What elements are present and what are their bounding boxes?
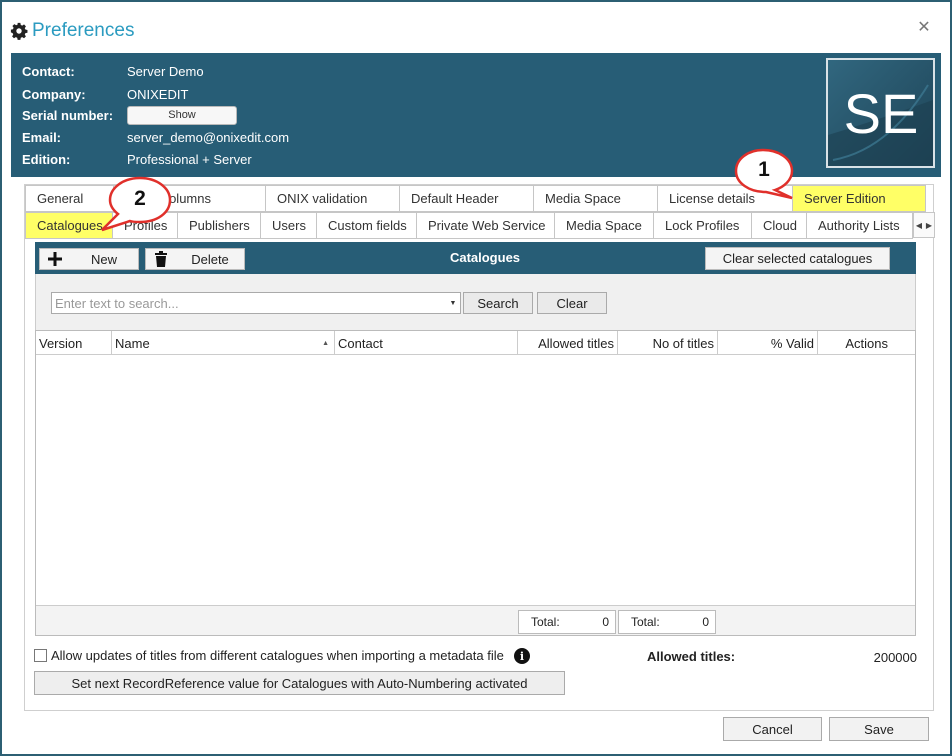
total-value: 0 — [602, 615, 609, 629]
col-allowed-titles[interactable]: Allowed titles — [518, 331, 618, 355]
show-serial-button[interactable]: Show — [127, 105, 237, 125]
contact-label: Contact: — [22, 63, 75, 79]
catalogues-toolbar: New Delete Catalogues Clear selected cat… — [35, 242, 916, 274]
close-icon[interactable]: ✕ — [916, 20, 932, 36]
preferences-tabs: General Table Columns ONIX validation De… — [24, 184, 935, 711]
email-label: Email: — [22, 129, 62, 145]
total-label: Total: — [631, 615, 660, 629]
tab-server-edition[interactable]: Server Edition — [793, 185, 926, 212]
tab-publishers[interactable]: Publishers — [178, 212, 261, 239]
tab-scroll-arrows: ◀ ▶ — [913, 212, 935, 238]
window-title: Preferences — [32, 20, 135, 41]
delete-button[interactable]: Delete — [145, 248, 245, 270]
chevron-down-icon[interactable]: ▼ — [446, 300, 460, 307]
col-version[interactable]: Version — [36, 331, 112, 355]
col-no-of-titles[interactable]: No of titles — [618, 331, 718, 355]
tab-lock-profiles[interactable]: Lock Profiles — [654, 212, 752, 239]
tab-media-space-sub[interactable]: Media Space — [555, 212, 654, 239]
col-contact[interactable]: Contact — [335, 331, 518, 355]
serial-row: Serial number: Show — [22, 105, 237, 125]
sort-ascending-icon: ▲ — [322, 340, 329, 347]
catalogues-title: Catalogues — [449, 250, 521, 265]
col-name[interactable]: Name ▲ — [112, 331, 335, 355]
clear-search-button[interactable]: Clear — [537, 292, 607, 314]
tab-authority-lists[interactable]: Authority Lists — [807, 212, 913, 239]
callout-2-number: 2 — [134, 187, 146, 210]
no-of-titles-total: Total: 0 — [618, 610, 716, 634]
company-row: Company: ONIXEDIT — [22, 84, 188, 104]
allowed-titles-value: 200000 — [873, 650, 917, 665]
set-record-reference-button[interactable]: Set next RecordReference value for Catal… — [34, 671, 565, 695]
allowed-titles-label: Allowed titles: — [647, 649, 736, 664]
allow-updates-label: Allow updates of titles from different c… — [51, 648, 504, 663]
tab-onix-validation[interactable]: ONIX validation — [266, 185, 400, 212]
contact-value: Server Demo — [127, 63, 204, 79]
new-button-label: New — [90, 251, 117, 267]
total-label: Total: — [531, 615, 560, 629]
plus-icon — [40, 251, 70, 267]
catalogues-grid: Version Name ▲ Contact Allowed titles No… — [35, 330, 916, 636]
edition-value: Professional + Server — [127, 151, 252, 167]
callout-2: 2 — [100, 176, 184, 234]
allow-updates-option: Allow updates of titles from different c… — [34, 648, 504, 663]
new-button[interactable]: New — [39, 248, 139, 270]
grid-header: Version Name ▲ Contact Allowed titles No… — [36, 331, 915, 355]
server-edition-logo: SE — [826, 58, 935, 168]
company-value: ONIXEDIT — [127, 86, 189, 102]
clear-selected-catalogues-button[interactable]: Clear selected catalogues — [705, 247, 890, 270]
total-value: 0 — [702, 615, 709, 629]
delete-button-label: Delete — [191, 251, 229, 267]
serial-label: Serial number: — [22, 107, 114, 123]
search-combo[interactable]: ▼ — [51, 292, 461, 314]
contact-row: Contact: Server Demo — [22, 61, 204, 81]
search-panel: ▼ Search Clear — [35, 274, 916, 330]
email-value: server_demo@onixedit.com — [127, 129, 290, 145]
callout-1-number: 1 — [758, 158, 770, 181]
gear-icon — [10, 22, 28, 40]
col-percent-valid[interactable]: % Valid — [718, 331, 818, 355]
tab-private-web-service[interactable]: Private Web Service — [417, 212, 555, 239]
tab-scroll-right-icon[interactable]: ▶ — [924, 213, 934, 237]
tab-scroll-left-icon[interactable]: ◀ — [914, 213, 924, 237]
search-button[interactable]: Search — [463, 292, 533, 314]
company-label: Company: — [22, 86, 86, 102]
col-name-label: Name — [115, 335, 150, 351]
tab-default-header[interactable]: Default Header — [400, 185, 534, 212]
allow-updates-checkbox[interactable] — [34, 649, 47, 662]
tab-custom-fields[interactable]: Custom fields — [317, 212, 417, 239]
edition-row: Edition: Professional + Server — [22, 149, 252, 169]
tab-cloud[interactable]: Cloud — [752, 212, 807, 239]
email-row: Email: server_demo@onixedit.com — [22, 127, 289, 147]
save-button[interactable]: Save — [829, 717, 929, 741]
col-actions[interactable]: Actions — [818, 331, 915, 355]
callout-1: 1 — [732, 148, 802, 200]
info-icon[interactable]: i — [514, 648, 530, 664]
title-bar: Preferences — [10, 18, 134, 44]
tab-media-space-top[interactable]: Media Space — [534, 185, 658, 212]
edition-label: Edition: — [22, 151, 71, 167]
trash-icon — [146, 251, 176, 267]
cancel-button[interactable]: Cancel — [723, 717, 822, 741]
logo-text: SE — [844, 82, 919, 145]
tab-users[interactable]: Users — [261, 212, 317, 239]
grid-footer: Total: 0 Total: 0 — [36, 605, 915, 635]
search-input[interactable] — [52, 293, 446, 313]
allowed-titles-total: Total: 0 — [518, 610, 616, 634]
